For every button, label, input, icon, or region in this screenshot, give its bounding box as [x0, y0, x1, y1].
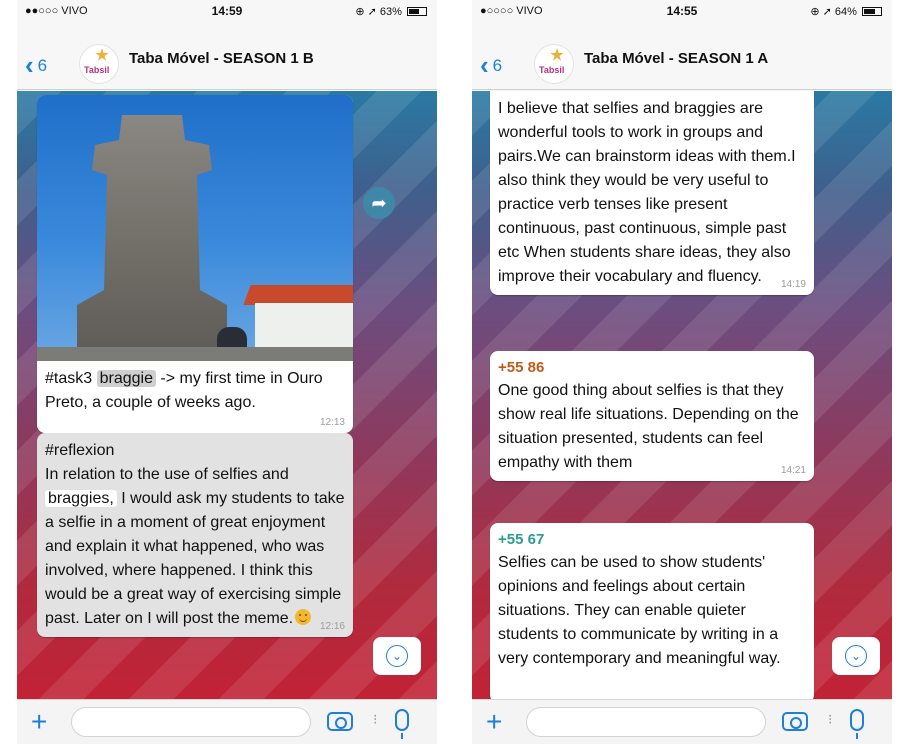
- microphone-icon[interactable]: [395, 709, 409, 739]
- message-text: In relation to the use of selfies and: [45, 466, 289, 483]
- plus-icon[interactable]: +: [486, 706, 502, 738]
- wink-emoji-icon: [295, 609, 312, 625]
- chevron-left-icon: ‹: [480, 50, 489, 80]
- microphone-icon[interactable]: [850, 709, 864, 739]
- status-indicators: ⊕ ➚ 63%: [355, 6, 402, 18]
- chat-area[interactable]: #task3 braggie -> my first time in Ouro …: [17, 91, 437, 699]
- message-sender[interactable]: +55 67: [498, 529, 806, 551]
- star-icon: [550, 48, 564, 61]
- message-caption: #task3 braggie -> my first time in Ouro …: [45, 367, 345, 415]
- camera-icon[interactable]: [327, 712, 353, 731]
- message-text: I believe that selfies and braggies are …: [498, 100, 796, 285]
- status-bar: ●●○○○ VIVO 14:59 ⊕ ➚ 63%: [17, 0, 437, 20]
- phone-left: ●●○○○ VIVO 14:59 ⊕ ➚ 63% ‹ 6 Tabsil Taba …: [17, 0, 437, 744]
- avatar-text: Tabsil: [84, 65, 110, 75]
- message-input[interactable]: [526, 707, 766, 737]
- separator-icon: ⁝: [828, 711, 833, 727]
- chevron-down-icon: ⌄: [386, 645, 408, 667]
- chevron-down-icon: ⌄: [845, 645, 867, 667]
- chevron-left-icon: ‹: [25, 50, 34, 80]
- scroll-down-button[interactable]: ⌄: [832, 637, 880, 675]
- message-tag: #reflexion: [45, 442, 115, 459]
- scroll-down-button[interactable]: ⌄: [373, 637, 421, 675]
- chat-header: ‹ 6 Tabsil Taba Móvel - SEASON 1 B: [17, 20, 437, 90]
- input-bar: + ⁝: [17, 699, 437, 744]
- chat-area[interactable]: I believe that selfies and braggies are …: [472, 91, 892, 699]
- back-button[interactable]: ‹ 6: [480, 50, 502, 81]
- highlighted-word: braggie: [96, 370, 156, 387]
- back-count: 6: [492, 56, 503, 75]
- back-button[interactable]: ‹ 6: [25, 50, 47, 81]
- input-bar: + ⁝: [472, 699, 892, 744]
- share-forward-icon[interactable]: ➦: [363, 187, 395, 219]
- message-time: 12:16: [319, 621, 345, 632]
- highlighted-word: braggies,: [45, 490, 117, 507]
- image-message[interactable]: #task3 braggie -> my first time in Ouro …: [37, 95, 353, 433]
- group-avatar[interactable]: Tabsil: [534, 44, 574, 84]
- plus-icon[interactable]: +: [31, 706, 47, 738]
- message-bubble[interactable]: +55 86 One good thing about selfies is t…: [490, 351, 814, 481]
- chat-title[interactable]: Taba Móvel - SEASON 1 A: [584, 50, 768, 67]
- status-right: ⊕ ➚ 63%: [355, 5, 427, 18]
- message-bubble[interactable]: +55 67 Selfies can be used to show stude…: [490, 523, 814, 699]
- battery-icon: [407, 7, 427, 16]
- message-time: 14:21: [780, 465, 806, 476]
- group-avatar[interactable]: Tabsil: [79, 44, 119, 84]
- star-icon: [95, 48, 109, 61]
- separator-icon: ⁝: [373, 711, 378, 727]
- message-bubble[interactable]: I believe that selfies and braggies are …: [490, 91, 814, 295]
- battery-icon: [862, 7, 882, 16]
- back-count: 6: [37, 56, 48, 75]
- message-bubble[interactable]: #reflexion In relation to the use of sel…: [37, 433, 353, 637]
- message-input[interactable]: [71, 707, 311, 737]
- message-time: 12:13: [319, 417, 345, 428]
- status-indicators: ⊕ ➚ 64%: [810, 6, 857, 18]
- message-text: Selfies can be used to show students' op…: [498, 554, 781, 667]
- message-body: In relation to the use of selfies and br…: [45, 463, 345, 631]
- status-bar: ●○○○○ VIVO 14:55 ⊕ ➚ 64%: [472, 0, 892, 20]
- message-hashtag: #task3: [45, 370, 93, 387]
- avatar-text: Tabsil: [539, 65, 565, 75]
- message-sender[interactable]: +55 86: [498, 357, 806, 379]
- message-text: One good thing about selfies is that the…: [498, 382, 799, 471]
- status-right: ⊕ ➚ 64%: [810, 5, 882, 18]
- chat-title[interactable]: Taba Móvel - SEASON 1 B: [129, 50, 314, 67]
- message-time: 14:19: [780, 279, 806, 290]
- message-text: I would ask my students to take a selfie…: [45, 490, 345, 627]
- camera-icon[interactable]: [782, 712, 808, 731]
- chat-header: ‹ 6 Tabsil Taba Móvel - SEASON 1 A: [472, 20, 892, 90]
- photo-ouro-preto[interactable]: [37, 95, 353, 361]
- phone-right: ●○○○○ VIVO 14:55 ⊕ ➚ 64% ‹ 6 Tabsil Taba …: [472, 0, 892, 744]
